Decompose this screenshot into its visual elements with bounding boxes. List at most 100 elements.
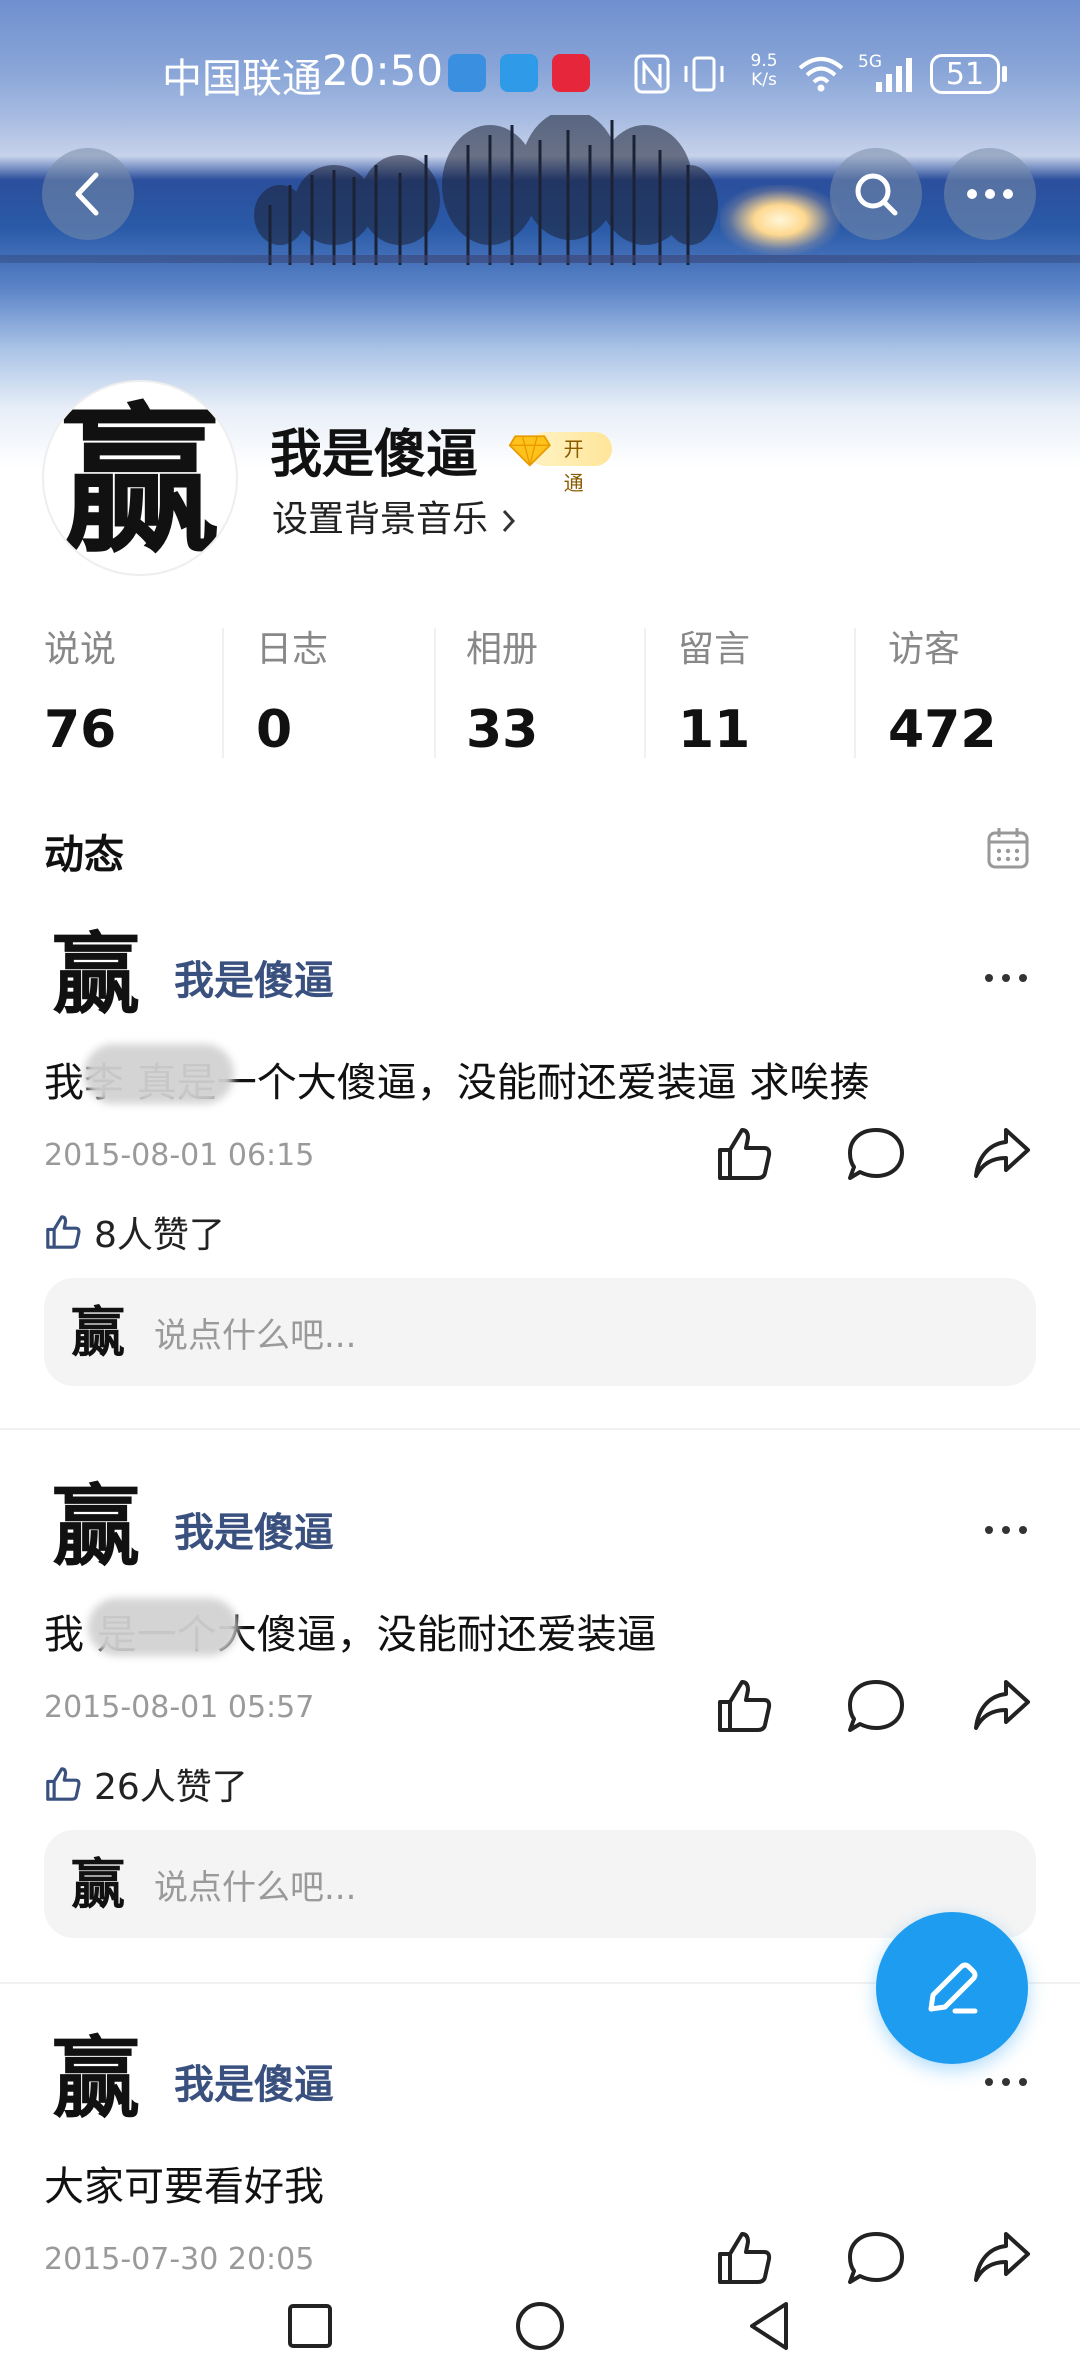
feed-post: 赢 我是傻逼 大家可要看好我 2015-07-30 20:05 <box>0 2024 1080 2284</box>
privacy-blur <box>84 1044 234 1104</box>
stat-label: 访客 <box>888 629 961 670</box>
post-time: 2015-08-01 06:15 <box>44 1138 315 1173</box>
post-author[interactable]: 我是傻逼 <box>174 1500 334 1558</box>
stat-divider <box>854 628 856 758</box>
post-author[interactable]: 我是傻逼 <box>174 948 334 1006</box>
bg-music-label: 设置背景音乐 <box>272 499 489 540</box>
message-notification-icon <box>500 54 538 92</box>
home-icon[interactable] <box>510 2296 570 2356</box>
clock-time: 20:50 <box>322 46 444 95</box>
calendar-icon[interactable] <box>986 826 1030 870</box>
compose-button[interactable] <box>876 1912 1028 2064</box>
share-icon[interactable] <box>972 2228 1032 2284</box>
battery-tip <box>1002 66 1007 82</box>
stat-blog[interactable]: 日志 0 <box>256 620 456 760</box>
profile-name: 我是傻逼 <box>270 425 479 485</box>
stat-album[interactable]: 相册 33 <box>466 620 666 760</box>
stat-visitors[interactable]: 访客 472 <box>888 620 1080 760</box>
post-divider <box>0 1428 1080 1430</box>
profile-avatar[interactable]: 赢 <box>42 380 238 576</box>
avatar-glyph: 赢 <box>59 387 220 575</box>
post-time: 2015-08-01 05:57 <box>44 1690 315 1725</box>
avatar-glyph: 赢 <box>71 1300 125 1364</box>
vip-badge[interactable]: 开通 <box>508 428 612 495</box>
more-icon <box>967 189 1013 199</box>
post-avatar[interactable]: 赢 <box>48 1472 144 1580</box>
stat-divider <box>644 628 646 758</box>
feed-post: 赢 我是傻逼 我 是一个大傻逼，没能耐还爱装逼 2015-08-01 05:57… <box>0 1472 1080 1952</box>
stat-value: 33 <box>466 700 539 760</box>
search-button[interactable] <box>830 148 922 240</box>
post-time: 2015-07-30 20:05 <box>44 2242 315 2277</box>
avatar-glyph: 赢 <box>51 1474 140 1578</box>
stat-value: 76 <box>44 700 117 760</box>
net-speed: 9.5 K/s <box>744 52 784 90</box>
likes-thumb-icon <box>46 1215 81 1249</box>
post-author[interactable]: 我是傻逼 <box>174 2052 334 2110</box>
signal-icon <box>876 58 912 92</box>
stat-value: 0 <box>256 700 293 760</box>
more-button[interactable] <box>944 148 1036 240</box>
avatar-glyph: 赢 <box>51 922 140 1026</box>
share-icon[interactable] <box>972 1676 1032 1736</box>
comment-icon[interactable] <box>846 1124 906 1184</box>
comment-avatar: 赢 <box>68 1300 128 1364</box>
back-icon[interactable] <box>740 2296 800 2356</box>
comment-placeholder: 说点什么吧... <box>154 1316 357 1356</box>
thumbs-up-icon[interactable] <box>714 1676 774 1736</box>
comment-avatar: 赢 <box>68 1852 128 1916</box>
feed-post: 赢 我是傻逼 我李 真是一个大傻逼，没能耐还爱装逼 求唉揍 2015-08-01… <box>0 920 1080 1430</box>
stat-value: 11 <box>678 700 751 760</box>
stat-label: 日志 <box>256 629 329 670</box>
shop-notification-icon <box>552 54 590 92</box>
avatar-glyph: 赢 <box>51 2026 140 2130</box>
banner-trees <box>254 115 718 265</box>
stat-shuoshuo[interactable]: 说说 76 <box>44 620 244 760</box>
post-avatar[interactable]: 赢 <box>48 920 144 1028</box>
diamond-icon <box>508 435 551 467</box>
back-arrow-icon <box>75 172 99 216</box>
avatar-glyph: 赢 <box>71 1852 125 1916</box>
post-avatar[interactable]: 赢 <box>48 2024 144 2132</box>
bg-music-link[interactable]: 设置背景音乐 <box>272 490 519 542</box>
post-text: 大家可要看好我 <box>44 2164 324 2210</box>
comment-icon[interactable] <box>846 2228 906 2284</box>
net-speed-unit: K/s <box>751 70 777 90</box>
system-nav-bar <box>0 2284 1080 2360</box>
comment-icon[interactable] <box>846 1676 906 1736</box>
likes-count: 26人赞了 <box>94 1767 248 1808</box>
nfc-icon <box>634 54 670 94</box>
search-icon <box>855 173 898 216</box>
stat-label: 留言 <box>678 629 751 670</box>
status-bar: 中国联通 20:50 9.5 K/s 5G 51 <box>0 40 1080 110</box>
feed-title: 动态 <box>44 832 124 878</box>
app-notification-icon <box>448 54 486 92</box>
stat-label: 相册 <box>466 629 539 670</box>
share-icon[interactable] <box>972 1124 1032 1184</box>
carrier-name: 中国联通 <box>162 56 322 102</box>
thumbs-up-icon[interactable] <box>714 1124 774 1184</box>
thumbs-up-icon[interactable] <box>714 2228 774 2284</box>
battery-level: 51 <box>945 56 985 92</box>
recent-apps-icon[interactable] <box>280 2296 340 2356</box>
likes-count: 8人赞了 <box>94 1215 225 1256</box>
privacy-blur <box>88 1598 238 1656</box>
chevron-right-icon <box>503 509 516 533</box>
comment-input[interactable]: 赢 说点什么吧... <box>44 1830 1036 1938</box>
back-button[interactable] <box>42 148 134 240</box>
post-more-icon[interactable] <box>984 1524 1028 1536</box>
stat-label: 说说 <box>44 629 117 670</box>
stat-value: 472 <box>888 700 997 760</box>
post-likes[interactable]: 26人赞了 <box>44 1758 248 1810</box>
profile-stats: 说说 76 日志 0 相册 33 留言 11 访客 472 <box>0 620 1080 760</box>
edit-pencil-icon <box>928 1962 978 2014</box>
stat-divider <box>434 628 436 758</box>
post-likes[interactable]: 8人赞了 <box>44 1206 225 1258</box>
battery-indicator: 51 <box>930 54 1000 94</box>
post-more-icon[interactable] <box>984 972 1028 984</box>
net-speed-value: 9.5 <box>750 51 778 71</box>
post-more-icon[interactable] <box>984 2076 1028 2088</box>
stat-messages[interactable]: 留言 11 <box>678 620 878 760</box>
comment-input[interactable]: 赢 说点什么吧... <box>44 1278 1036 1386</box>
vibrate-icon <box>684 56 724 92</box>
